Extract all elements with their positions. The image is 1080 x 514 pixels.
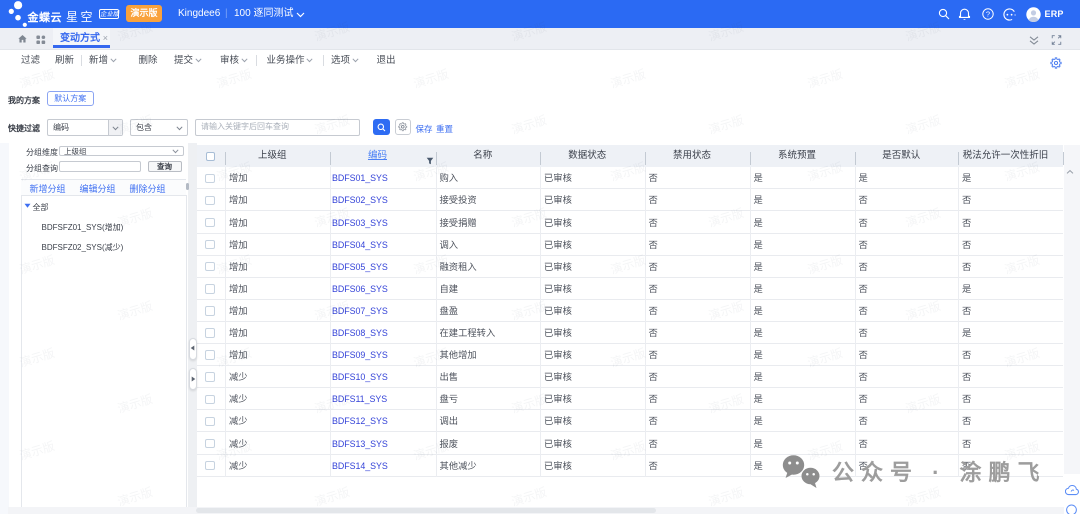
svg-text:?: ? bbox=[986, 10, 990, 19]
